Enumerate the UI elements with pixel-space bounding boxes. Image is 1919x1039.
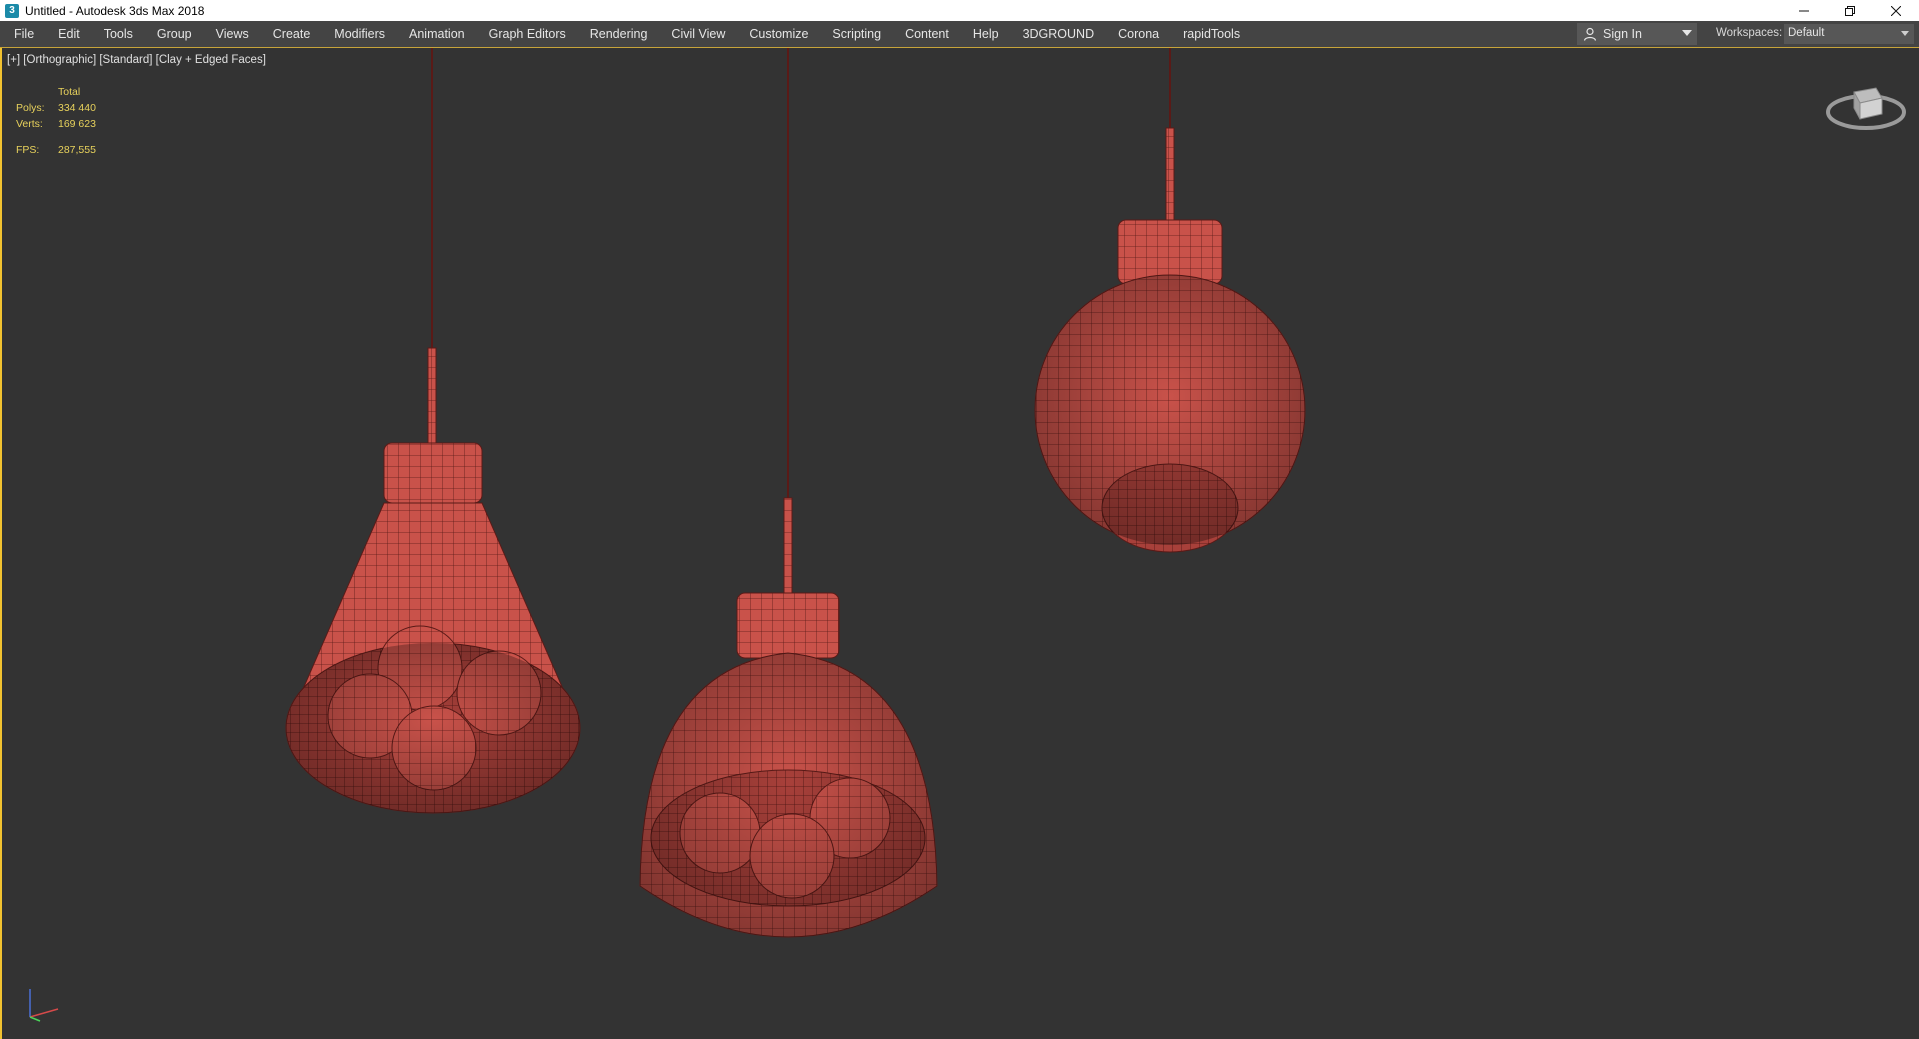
menu-content[interactable]: Content bbox=[893, 21, 961, 47]
menu-create[interactable]: Create bbox=[261, 21, 323, 47]
menu-3dground[interactable]: 3DGROUND bbox=[1011, 21, 1107, 47]
close-icon bbox=[1891, 5, 1901, 16]
workspaces-label: Workspaces: bbox=[1716, 27, 1783, 39]
restore-button[interactable] bbox=[1827, 0, 1873, 21]
window-title: Untitled - Autodesk 3ds Max 2018 bbox=[25, 3, 205, 18]
menu-graph-editors[interactable]: Graph Editors bbox=[477, 21, 578, 47]
sign-in-label: Sign In bbox=[1603, 27, 1642, 41]
chevron-down-icon bbox=[1901, 31, 1909, 36]
menu-rapidtools[interactable]: rapidTools bbox=[1171, 21, 1252, 47]
menu-views[interactable]: Views bbox=[204, 21, 261, 47]
chevron-down-icon[interactable] bbox=[1682, 30, 1692, 36]
axis-tripod-icon bbox=[29, 989, 59, 1022]
menu-corona[interactable]: Corona bbox=[1106, 21, 1171, 47]
menu-file[interactable]: File bbox=[0, 21, 46, 47]
menu-edit[interactable]: Edit bbox=[46, 21, 92, 47]
3ds-max-icon[interactable]: 3 bbox=[5, 3, 19, 18]
menu-animation[interactable]: Animation bbox=[397, 21, 477, 47]
menu-scripting[interactable]: Scripting bbox=[820, 21, 893, 47]
cone-pendant-lamp[interactable] bbox=[285, 48, 581, 814]
menu-modifiers[interactable]: Modifiers bbox=[322, 21, 397, 47]
menu-tools[interactable]: Tools bbox=[92, 21, 145, 47]
minimize-icon bbox=[1799, 10, 1809, 11]
dome-pendant-lamp[interactable] bbox=[639, 48, 938, 938]
title-bar: 3 Untitled - Autodesk 3ds Max 2018 bbox=[0, 0, 1919, 21]
menu-rendering[interactable]: Rendering bbox=[578, 21, 660, 47]
close-button[interactable] bbox=[1873, 0, 1919, 21]
workspace-value: Default bbox=[1788, 27, 1825, 39]
menu-civil-view[interactable]: Civil View bbox=[659, 21, 737, 47]
window-controls bbox=[1781, 0, 1919, 21]
minimize-button[interactable] bbox=[1781, 0, 1827, 21]
menu-bar: File Edit Tools Group Views Create Modif… bbox=[0, 21, 1919, 48]
sign-in-button[interactable]: Sign In bbox=[1577, 23, 1697, 45]
perspective-viewport[interactable]: [+] [Orthographic] [Standard] [Clay + Ed… bbox=[0, 48, 1919, 1039]
restore-icon bbox=[1845, 5, 1855, 16]
scene-objects[interactable] bbox=[2, 48, 1919, 1039]
menu-help[interactable]: Help bbox=[961, 21, 1011, 47]
user-icon bbox=[1583, 27, 1597, 41]
menu-group[interactable]: Group bbox=[145, 21, 204, 47]
viewcube[interactable] bbox=[1824, 76, 1912, 138]
menu-customize[interactable]: Customize bbox=[737, 21, 820, 47]
sphere-pendant-lamp[interactable] bbox=[1034, 48, 1306, 553]
workspaces-dropdown[interactable]: Default bbox=[1784, 24, 1914, 44]
